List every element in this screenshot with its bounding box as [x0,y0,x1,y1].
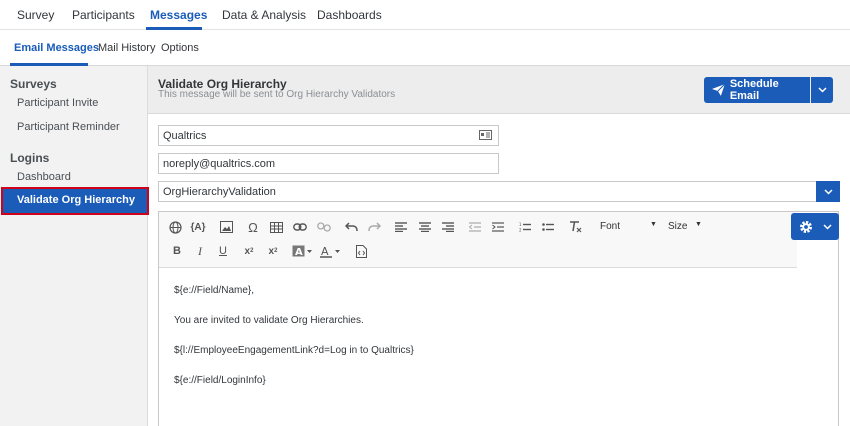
piped-text-icon[interactable]: {A} [190,219,206,235]
subject-dropdown-button[interactable] [816,181,840,202]
subtab-mail-history[interactable]: Mail History [98,42,155,54]
caret-down-icon: ▼ [650,221,657,228]
body-line[interactable]: You are invited to validate Org Hierarch… [174,315,364,326]
message-header: Validate Org Hierarchy This message will… [148,66,850,114]
sidebar-item-participant-reminder[interactable]: Participant Reminder [17,121,120,133]
font-select[interactable]: Font ▼ [600,221,657,232]
sidebar-item-validate-org-hierarchy[interactable]: Validate Org Hierarchy [1,187,149,215]
gear-icon [800,220,812,233]
body-line[interactable]: ${l://EmployeeEngagementLink?d=Log in to… [174,345,414,356]
superscript-icon[interactable]: x2 [265,243,281,259]
tab-participants[interactable]: Participants [72,8,135,22]
subscript-icon[interactable]: x2 [241,243,257,259]
editor-settings-button[interactable] [791,213,839,240]
schedule-email-label: Schedule Email [729,78,779,102]
sub-nav: Email Messages Mail History Options [0,30,850,66]
chevron-down-icon [823,223,832,230]
tab-messages[interactable]: Messages [150,8,207,22]
tab-data-analysis[interactable]: Data & Analysis [222,8,306,22]
svg-text:2: 2 [519,228,522,233]
subject-value: OrgHierarchyValidation [163,186,276,198]
sidebar-item-participant-invite[interactable]: Participant Invite [17,97,98,109]
unlink-icon[interactable] [316,219,332,235]
table-icon[interactable] [268,219,284,235]
from-name-value: Qualtrics [163,130,207,142]
subtab-options[interactable]: Options [161,42,199,54]
chevron-down-icon [817,87,827,93]
caret-down-icon: ▼ [695,221,702,228]
undo-icon[interactable] [343,219,359,235]
address-card-icon[interactable] [479,130,492,140]
from-email-field[interactable]: noreply@qualtrics.com [158,153,499,174]
schedule-email-button[interactable]: Schedule Email [704,77,810,103]
redo-icon[interactable] [366,219,382,235]
bulleted-list-icon[interactable] [540,219,556,235]
tab-survey[interactable]: Survey [17,8,54,22]
image-icon[interactable] [218,219,234,235]
message-subtitle: This message will be sent to Org Hierarc… [158,89,396,100]
sidebar-section-logins: Logins [10,151,50,165]
italic-icon[interactable]: I [192,243,208,259]
globe-icon[interactable] [167,219,183,235]
chevron-down-icon [823,188,833,195]
background-color-icon[interactable]: A [292,243,314,259]
align-right-icon[interactable] [440,219,456,235]
numbered-list-icon[interactable]: 12 [517,219,533,235]
svg-text:1: 1 [519,222,522,227]
size-select-label: Size [668,221,688,232]
bold-icon[interactable]: B [169,243,185,259]
align-left-icon[interactable] [393,219,409,235]
svg-text:A: A [321,245,329,258]
special-character-icon[interactable]: Ω [245,219,261,235]
tab-dashboards[interactable]: Dashboards [317,8,382,22]
sidebar-section-surveys: Surveys [10,77,57,91]
size-select[interactable]: Size ▼ [668,221,702,232]
underline-icon[interactable]: U [215,243,231,259]
top-nav: Survey Participants Messages Data & Anal… [0,0,850,30]
editor-toolbar: {A} Ω 12 Font ▼ Size ▼ B I U x2 x2 A A [159,212,797,268]
message-library-sidebar: Surveys Participant Invite Participant R… [0,66,149,426]
font-select-label: Font [600,221,621,232]
body-line[interactable]: ${e://Field/LoginInfo} [174,375,266,386]
subtab-email-messages[interactable]: Email Messages [14,42,99,54]
clear-formatting-icon[interactable] [567,219,583,235]
link-icon[interactable] [292,219,308,235]
outdent-icon[interactable] [467,219,483,235]
source-code-icon[interactable] [353,243,369,259]
align-center-icon[interactable] [417,219,433,235]
sidebar-item-dashboard[interactable]: Dashboard [17,171,71,183]
from-name-field[interactable]: Qualtrics [158,125,499,146]
svg-text:A: A [295,247,303,257]
schedule-options-dropdown[interactable] [811,77,833,103]
subject-field[interactable]: OrgHierarchyValidation [158,181,817,202]
body-line[interactable]: ${e://Field/Name}, [174,285,254,296]
rich-text-editor: {A} Ω 12 Font ▼ Size ▼ B I U x2 x2 A A ${e… [158,211,839,426]
paper-plane-icon [712,84,725,96]
from-email-value: noreply@qualtrics.com [163,158,276,170]
indent-icon[interactable] [490,219,506,235]
text-color-icon[interactable]: A [320,243,342,259]
